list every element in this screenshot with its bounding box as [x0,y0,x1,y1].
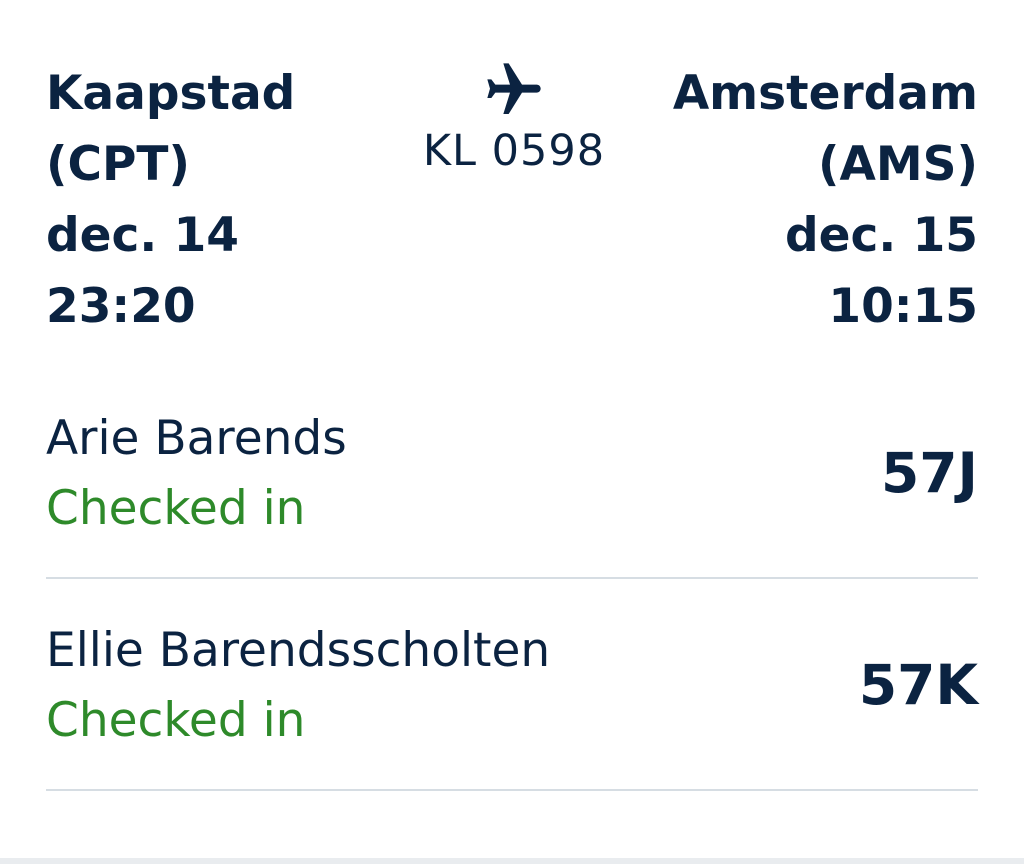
airplane-icon [487,63,541,114]
arrival-date: dec. 15 [784,208,978,263]
origin-block: Kaapstad (CPT) dec. 14 23:20 [46,58,295,342]
flight-card: Kaapstad (CPT) dec. 14 23:20 KL 0598 Ams… [0,0,1024,858]
divider [46,789,978,791]
departure-date: dec. 14 [46,208,240,263]
destination-block: Amsterdam (AMS) dec. 15 10:15 [673,58,978,342]
divider [46,577,978,579]
checkin-status: Checked in [46,481,306,536]
passenger-row[interactable]: Ellie Barendsscholten Checked in 57K [46,618,978,778]
destination-city: Amsterdam [672,66,978,121]
passenger-name: Ellie Barendsscholten [46,623,551,678]
flight-info: KL 0598 [398,58,630,176]
flight-route-header: Kaapstad (CPT) dec. 14 23:20 KL 0598 Ams… [46,58,978,338]
origin-airport-code: (CPT) [46,137,190,192]
arrival-time: 10:15 [828,279,978,334]
departure-time: 23:20 [46,279,196,334]
origin-city: Kaapstad [46,66,296,121]
passenger-row[interactable]: Arie Barends Checked in 57J [46,406,978,566]
seat-number: 57K [858,653,978,717]
flight-number: KL 0598 [422,126,606,176]
passenger-name: Arie Barends [46,411,347,466]
seat-number: 57J [880,441,978,505]
destination-airport-code: (AMS) [818,137,978,192]
card-bottom-edge [0,858,1024,864]
checkin-status: Checked in [46,693,306,748]
